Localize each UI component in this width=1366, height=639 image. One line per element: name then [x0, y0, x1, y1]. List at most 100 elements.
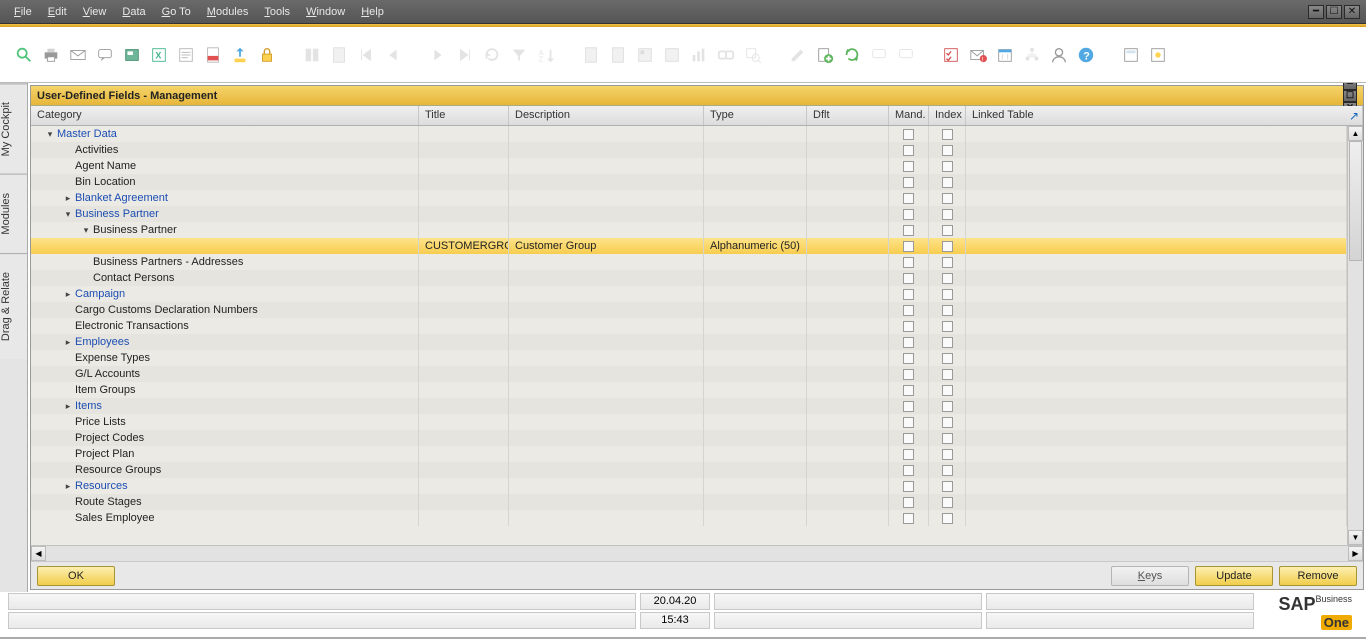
- table-row[interactable]: Route Stages: [31, 494, 1347, 510]
- mand-checkbox[interactable]: [903, 369, 914, 380]
- filter-icon[interactable]: [509, 45, 529, 65]
- app-close-icon[interactable]: ✕: [1344, 5, 1360, 19]
- sms-icon[interactable]: [95, 45, 115, 65]
- email-icon[interactable]: [68, 45, 88, 65]
- mand-checkbox[interactable]: [903, 129, 914, 140]
- mand-checkbox[interactable]: [903, 353, 914, 364]
- index-checkbox[interactable]: [942, 513, 953, 524]
- bubble2-icon[interactable]: [896, 45, 916, 65]
- mand-checkbox[interactable]: [903, 385, 914, 396]
- tree-arrow-icon[interactable]: ▾: [45, 129, 55, 140]
- index-checkbox[interactable]: [942, 209, 953, 220]
- index-checkbox[interactable]: [942, 241, 953, 252]
- tree-arrow-icon[interactable]: ▸: [63, 401, 73, 412]
- pdf-icon[interactable]: [203, 45, 223, 65]
- menu-file[interactable]: File: [6, 6, 40, 18]
- menu-view[interactable]: View: [75, 6, 115, 18]
- index-checkbox[interactable]: [942, 289, 953, 300]
- index-checkbox[interactable]: [942, 161, 953, 172]
- mand-checkbox[interactable]: [903, 417, 914, 428]
- mand-checkbox[interactable]: [903, 273, 914, 284]
- fax-icon[interactable]: [122, 45, 142, 65]
- col-title[interactable]: Title: [419, 106, 509, 125]
- mand-checkbox[interactable]: [903, 257, 914, 268]
- calendar-icon[interactable]: [995, 45, 1015, 65]
- app-minimize-icon[interactable]: ━: [1308, 5, 1324, 19]
- col-index[interactable]: Index: [929, 106, 966, 125]
- table-row[interactable]: Business Partners - Addresses: [31, 254, 1347, 270]
- panel-maximize-icon[interactable]: ☐: [1343, 90, 1357, 102]
- tree-arrow-icon[interactable]: ▾: [81, 225, 91, 236]
- index-checkbox[interactable]: [942, 321, 953, 332]
- col-linked[interactable]: Linked Table: [966, 106, 1363, 125]
- index-checkbox[interactable]: [942, 385, 953, 396]
- table-row[interactable]: ▸Campaign: [31, 286, 1347, 302]
- table-row[interactable]: Sales Employee: [31, 510, 1347, 526]
- user-icon[interactable]: [1049, 45, 1069, 65]
- mand-checkbox[interactable]: [903, 321, 914, 332]
- menu-tools[interactable]: Tools: [256, 6, 298, 18]
- menu-modules[interactable]: Modules: [199, 6, 257, 18]
- horizontal-scrollbar[interactable]: ◀ ▶: [31, 545, 1363, 561]
- mand-checkbox[interactable]: [903, 337, 914, 348]
- doc3-icon[interactable]: [635, 45, 655, 65]
- index-checkbox[interactable]: [942, 273, 953, 284]
- menu-window[interactable]: Window: [298, 6, 353, 18]
- help-icon[interactable]: ?: [1076, 45, 1096, 65]
- mand-checkbox[interactable]: [903, 241, 914, 252]
- scroll-down-icon[interactable]: ▼: [1348, 530, 1363, 545]
- keys-button[interactable]: Keys: [1111, 566, 1189, 586]
- col-description[interactable]: Description: [509, 106, 704, 125]
- update-button[interactable]: Update: [1195, 566, 1273, 586]
- menu-help[interactable]: Help: [353, 6, 392, 18]
- index-checkbox[interactable]: [942, 417, 953, 428]
- new-rec-icon[interactable]: [815, 45, 835, 65]
- refresh-icon[interactable]: [842, 45, 862, 65]
- table-row[interactable]: G/L Accounts: [31, 366, 1347, 382]
- table-row[interactable]: ▾Master Data: [31, 126, 1347, 142]
- table-row[interactable]: Project Codes: [31, 430, 1347, 446]
- edit-icon[interactable]: [788, 45, 808, 65]
- table-row[interactable]: Bin Location: [31, 174, 1347, 190]
- reload-icon[interactable]: [482, 45, 502, 65]
- mand-checkbox[interactable]: [903, 209, 914, 220]
- col-category[interactable]: Category: [31, 106, 419, 125]
- table-row[interactable]: Electronic Transactions: [31, 318, 1347, 334]
- table-row[interactable]: Expense Types: [31, 350, 1347, 366]
- table-row[interactable]: ▸Employees: [31, 334, 1347, 350]
- tab-drag-relate[interactable]: Drag & Relate: [0, 253, 27, 359]
- tree-arrow-icon[interactable]: ▾: [63, 209, 73, 220]
- form-icon[interactable]: [1121, 45, 1141, 65]
- index-checkbox[interactable]: [942, 401, 953, 412]
- table-row[interactable]: CUSTOMERGROUPCustomer GroupAlphanumeric …: [31, 238, 1347, 254]
- table-row[interactable]: Cargo Customs Declaration Numbers: [31, 302, 1347, 318]
- index-checkbox[interactable]: [942, 257, 953, 268]
- index-checkbox[interactable]: [942, 465, 953, 476]
- alert-mail-icon[interactable]: !: [968, 45, 988, 65]
- mand-checkbox[interactable]: [903, 465, 914, 476]
- mand-checkbox[interactable]: [903, 433, 914, 444]
- table-row[interactable]: ▸Blanket Agreement: [31, 190, 1347, 206]
- table-row[interactable]: ▾Business Partner: [31, 206, 1347, 222]
- chart-icon[interactable]: [689, 45, 709, 65]
- table-row[interactable]: ▸Items: [31, 398, 1347, 414]
- mand-checkbox[interactable]: [903, 225, 914, 236]
- table-row[interactable]: ▾Business Partner: [31, 222, 1347, 238]
- index-checkbox[interactable]: [942, 225, 953, 236]
- bubble1-icon[interactable]: [869, 45, 889, 65]
- scroll-thumb[interactable]: [1349, 141, 1362, 261]
- table-row[interactable]: Price Lists: [31, 414, 1347, 430]
- link-icon[interactable]: [716, 45, 736, 65]
- mand-checkbox[interactable]: [903, 401, 914, 412]
- mand-checkbox[interactable]: [903, 145, 914, 156]
- first-icon[interactable]: [356, 45, 376, 65]
- index-checkbox[interactable]: [942, 449, 953, 460]
- mand-checkbox[interactable]: [903, 305, 914, 316]
- checklist-icon[interactable]: [941, 45, 961, 65]
- index-checkbox[interactable]: [942, 481, 953, 492]
- find-icon[interactable]: [302, 45, 322, 65]
- mand-checkbox[interactable]: [903, 481, 914, 492]
- index-checkbox[interactable]: [942, 433, 953, 444]
- search2-icon[interactable]: [743, 45, 763, 65]
- mand-checkbox[interactable]: [903, 449, 914, 460]
